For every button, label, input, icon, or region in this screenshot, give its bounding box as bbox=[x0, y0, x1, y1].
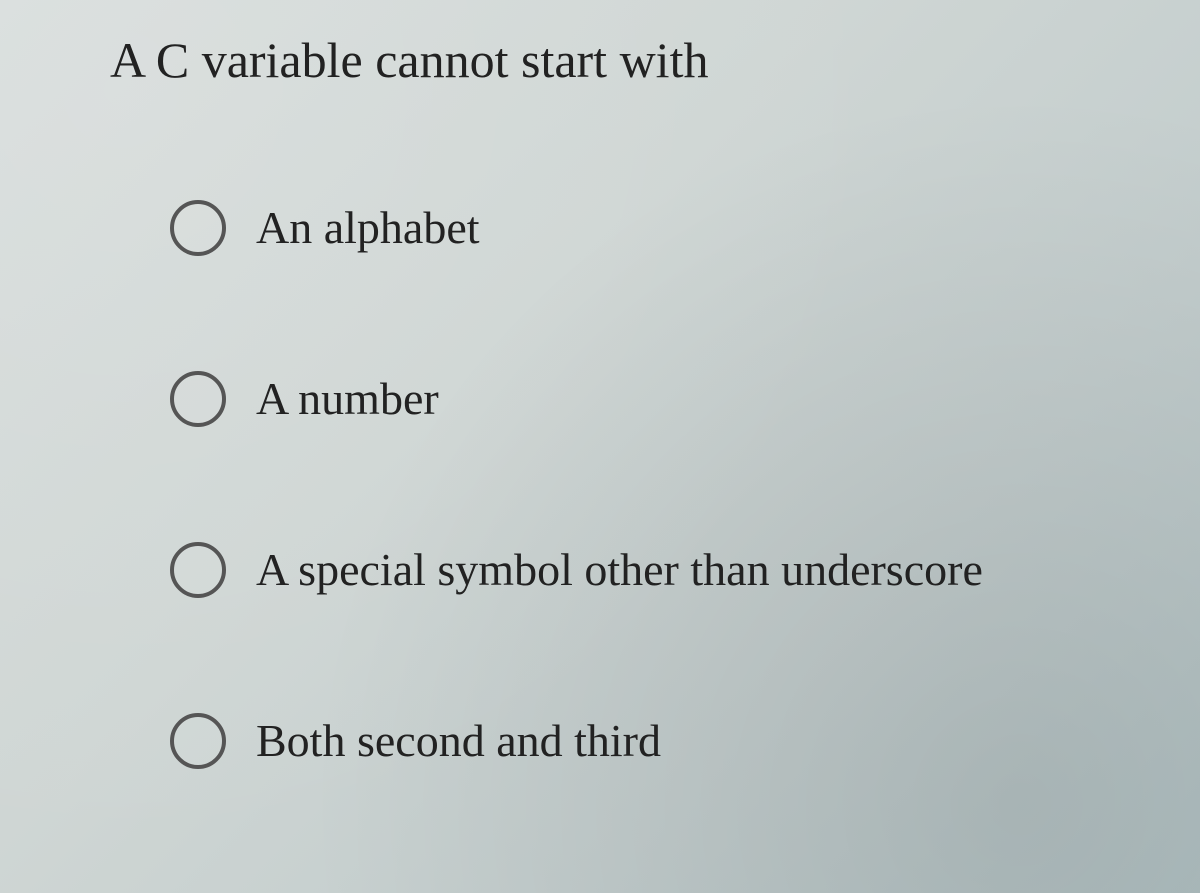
option-4[interactable]: Both second and third bbox=[170, 713, 1170, 769]
option-1-label: An alphabet bbox=[256, 203, 480, 254]
option-3-label: A special symbol other than underscore bbox=[256, 545, 983, 596]
radio-icon[interactable] bbox=[170, 371, 226, 427]
option-2-label: A number bbox=[256, 374, 439, 425]
radio-icon[interactable] bbox=[170, 713, 226, 769]
question-text: A C variable cannot start with bbox=[110, 30, 708, 90]
option-3[interactable]: A special symbol other than underscore bbox=[170, 542, 1170, 598]
option-4-label: Both second and third bbox=[256, 716, 661, 767]
radio-icon[interactable] bbox=[170, 200, 226, 256]
option-2[interactable]: A number bbox=[170, 371, 1170, 427]
options-group: An alphabet A number A special symbol ot… bbox=[170, 200, 1170, 769]
radio-icon[interactable] bbox=[170, 542, 226, 598]
option-1[interactable]: An alphabet bbox=[170, 200, 1170, 256]
